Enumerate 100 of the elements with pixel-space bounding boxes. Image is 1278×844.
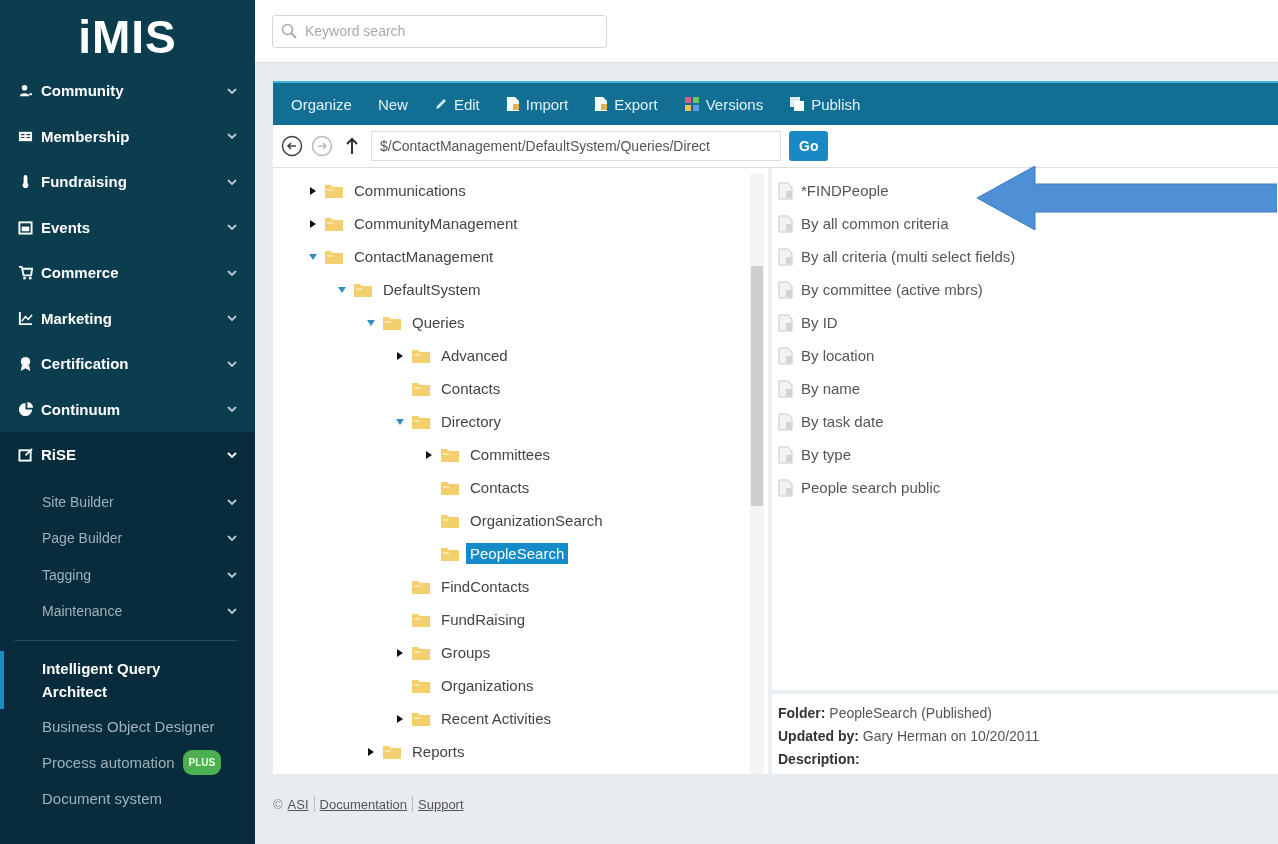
nav-item[interactable]: Marketing xyxy=(0,295,255,341)
search-field[interactable]: Keyword search xyxy=(272,14,607,48)
footer-link[interactable]: ASI xyxy=(287,796,309,812)
ribbon-icon xyxy=(18,356,33,372)
nav-link[interactable]: Business Object Designer xyxy=(0,708,255,744)
people-icon xyxy=(18,83,33,99)
folder-item[interactable]: OrganizationSearch xyxy=(466,510,607,531)
nav-item[interactable]: Community xyxy=(0,68,255,114)
folder-item[interactable]: Committees xyxy=(466,444,555,465)
collapsed-arrow-icon[interactable] xyxy=(367,747,375,756)
folder-item[interactable]: Groups xyxy=(437,642,495,663)
toolbar-button[interactable]: Export xyxy=(586,89,666,119)
nav-item[interactable]: Membership xyxy=(0,113,255,159)
nav-subitem[interactable]: Maintenance xyxy=(0,593,255,630)
document-icon xyxy=(778,214,794,233)
back-button[interactable] xyxy=(281,135,303,157)
collapsed-arrow-icon[interactable] xyxy=(396,351,404,360)
nav-link[interactable]: Process automation PLUS xyxy=(0,743,255,781)
nav-item[interactable]: Continuum xyxy=(0,386,255,432)
folder-item[interactable]: CommunityManagement xyxy=(350,213,522,234)
copyright-symbol: © xyxy=(273,796,283,812)
expanded-arrow-icon[interactable] xyxy=(338,285,346,294)
nav-item[interactable]: Commerce xyxy=(0,250,255,296)
document-icon xyxy=(778,313,794,332)
scrollbar[interactable] xyxy=(750,174,764,774)
nav-subitem[interactable]: Tagging xyxy=(0,556,255,593)
query-item[interactable]: People search public xyxy=(801,479,941,496)
document-icon xyxy=(778,280,794,299)
chevron-icon xyxy=(227,315,237,322)
chevron-icon xyxy=(227,571,237,578)
query-item[interactable]: By committee (active mbrs) xyxy=(801,281,983,298)
folder-item[interactable]: Directory xyxy=(437,411,505,432)
folder-icon xyxy=(411,578,431,595)
folder-item[interactable]: Contacts xyxy=(466,477,534,498)
folder-item[interactable]: Recent Activities xyxy=(437,708,556,729)
folder-icon xyxy=(411,347,431,364)
nav-subitem[interactable]: Site Builder xyxy=(0,483,255,520)
document-icon xyxy=(505,96,520,112)
pie-icon xyxy=(18,401,33,417)
folder-item[interactable]: Contacts xyxy=(437,378,505,399)
footer-link[interactable]: Documentation xyxy=(319,796,407,812)
chevron-icon xyxy=(227,498,237,505)
folder-item[interactable]: FindContacts xyxy=(437,576,534,597)
folder-item[interactable]: Organizations xyxy=(437,675,538,696)
chevron-icon xyxy=(227,360,237,367)
chevron-icon xyxy=(227,178,237,185)
nav-link[interactable]: Document system xyxy=(0,780,255,816)
query-item[interactable]: *FINDPeople xyxy=(801,182,889,199)
folder-item[interactable]: ContactManagement xyxy=(350,246,498,267)
query-item[interactable]: By task date xyxy=(801,413,884,430)
nav-item[interactable]: Certification xyxy=(0,341,255,387)
document-icon xyxy=(778,412,794,431)
query-item[interactable]: By location xyxy=(801,347,875,364)
query-item[interactable]: By type xyxy=(801,446,852,463)
path-field[interactable]: $/ContactManagement/DefaultSystem/Queries/Direct xyxy=(371,131,781,161)
folder-icon xyxy=(440,446,460,463)
query-item[interactable]: By name xyxy=(801,380,861,397)
toolbar-button[interactable]: Publish xyxy=(781,89,869,119)
calendar-icon xyxy=(18,219,33,235)
folder-icon xyxy=(324,248,344,265)
detail-line: Description: xyxy=(778,750,861,769)
query-item[interactable]: By ID xyxy=(801,314,838,331)
nav-item[interactable]: Fundraising xyxy=(0,159,255,205)
toolbar-button[interactable]: Import xyxy=(497,89,577,119)
nav-item[interactable]: Events xyxy=(0,204,255,250)
folder-item[interactable]: Communications xyxy=(350,180,470,201)
nav-item[interactable]: RiSE xyxy=(0,432,255,478)
folder-item[interactable]: Queries xyxy=(408,312,469,333)
document-icon xyxy=(778,346,794,365)
folder-item[interactable]: Reports xyxy=(408,741,469,762)
folder-item[interactable]: PeopleSearch xyxy=(466,543,569,564)
collapsed-arrow-icon[interactable] xyxy=(309,219,317,228)
chevron-icon xyxy=(227,406,237,413)
collapsed-arrow-icon[interactable] xyxy=(309,186,317,195)
chevron-icon xyxy=(227,608,237,615)
chevron-icon xyxy=(227,535,237,542)
query-item[interactable]: By all criteria (multi select fields) xyxy=(801,248,1016,265)
document-icon xyxy=(778,478,794,497)
collapsed-arrow-icon[interactable] xyxy=(425,450,433,459)
folder-icon xyxy=(382,743,402,760)
toolbar-button[interactable]: Organize xyxy=(283,89,360,119)
expanded-arrow-icon[interactable] xyxy=(396,417,404,426)
folder-icon xyxy=(440,479,460,496)
folder-item[interactable]: DefaultSystem xyxy=(379,279,485,300)
footer-link[interactable]: Support xyxy=(418,796,464,812)
toolbar-button[interactable]: Edit xyxy=(425,89,488,119)
folder-item[interactable]: FundRaising xyxy=(437,609,530,630)
collapsed-arrow-icon[interactable] xyxy=(396,714,404,723)
folder-item[interactable]: Advanced xyxy=(437,345,512,366)
folder-icon xyxy=(411,710,431,727)
plus-badge: PLUS xyxy=(182,749,222,775)
detail-line: Updated by: Gary Herman on 10/20/2011 xyxy=(778,727,1041,746)
nav-subitem[interactable]: Page Builder xyxy=(0,520,255,557)
collapsed-arrow-icon[interactable] xyxy=(396,648,404,657)
go-button[interactable]: Go xyxy=(789,131,829,161)
expanded-arrow-icon[interactable] xyxy=(367,318,375,327)
expanded-arrow-icon[interactable] xyxy=(309,252,317,261)
query-item[interactable]: By all common criteria xyxy=(801,215,949,232)
toolbar-button[interactable]: New xyxy=(369,89,416,119)
toolbar-button[interactable]: Versions xyxy=(675,89,772,119)
